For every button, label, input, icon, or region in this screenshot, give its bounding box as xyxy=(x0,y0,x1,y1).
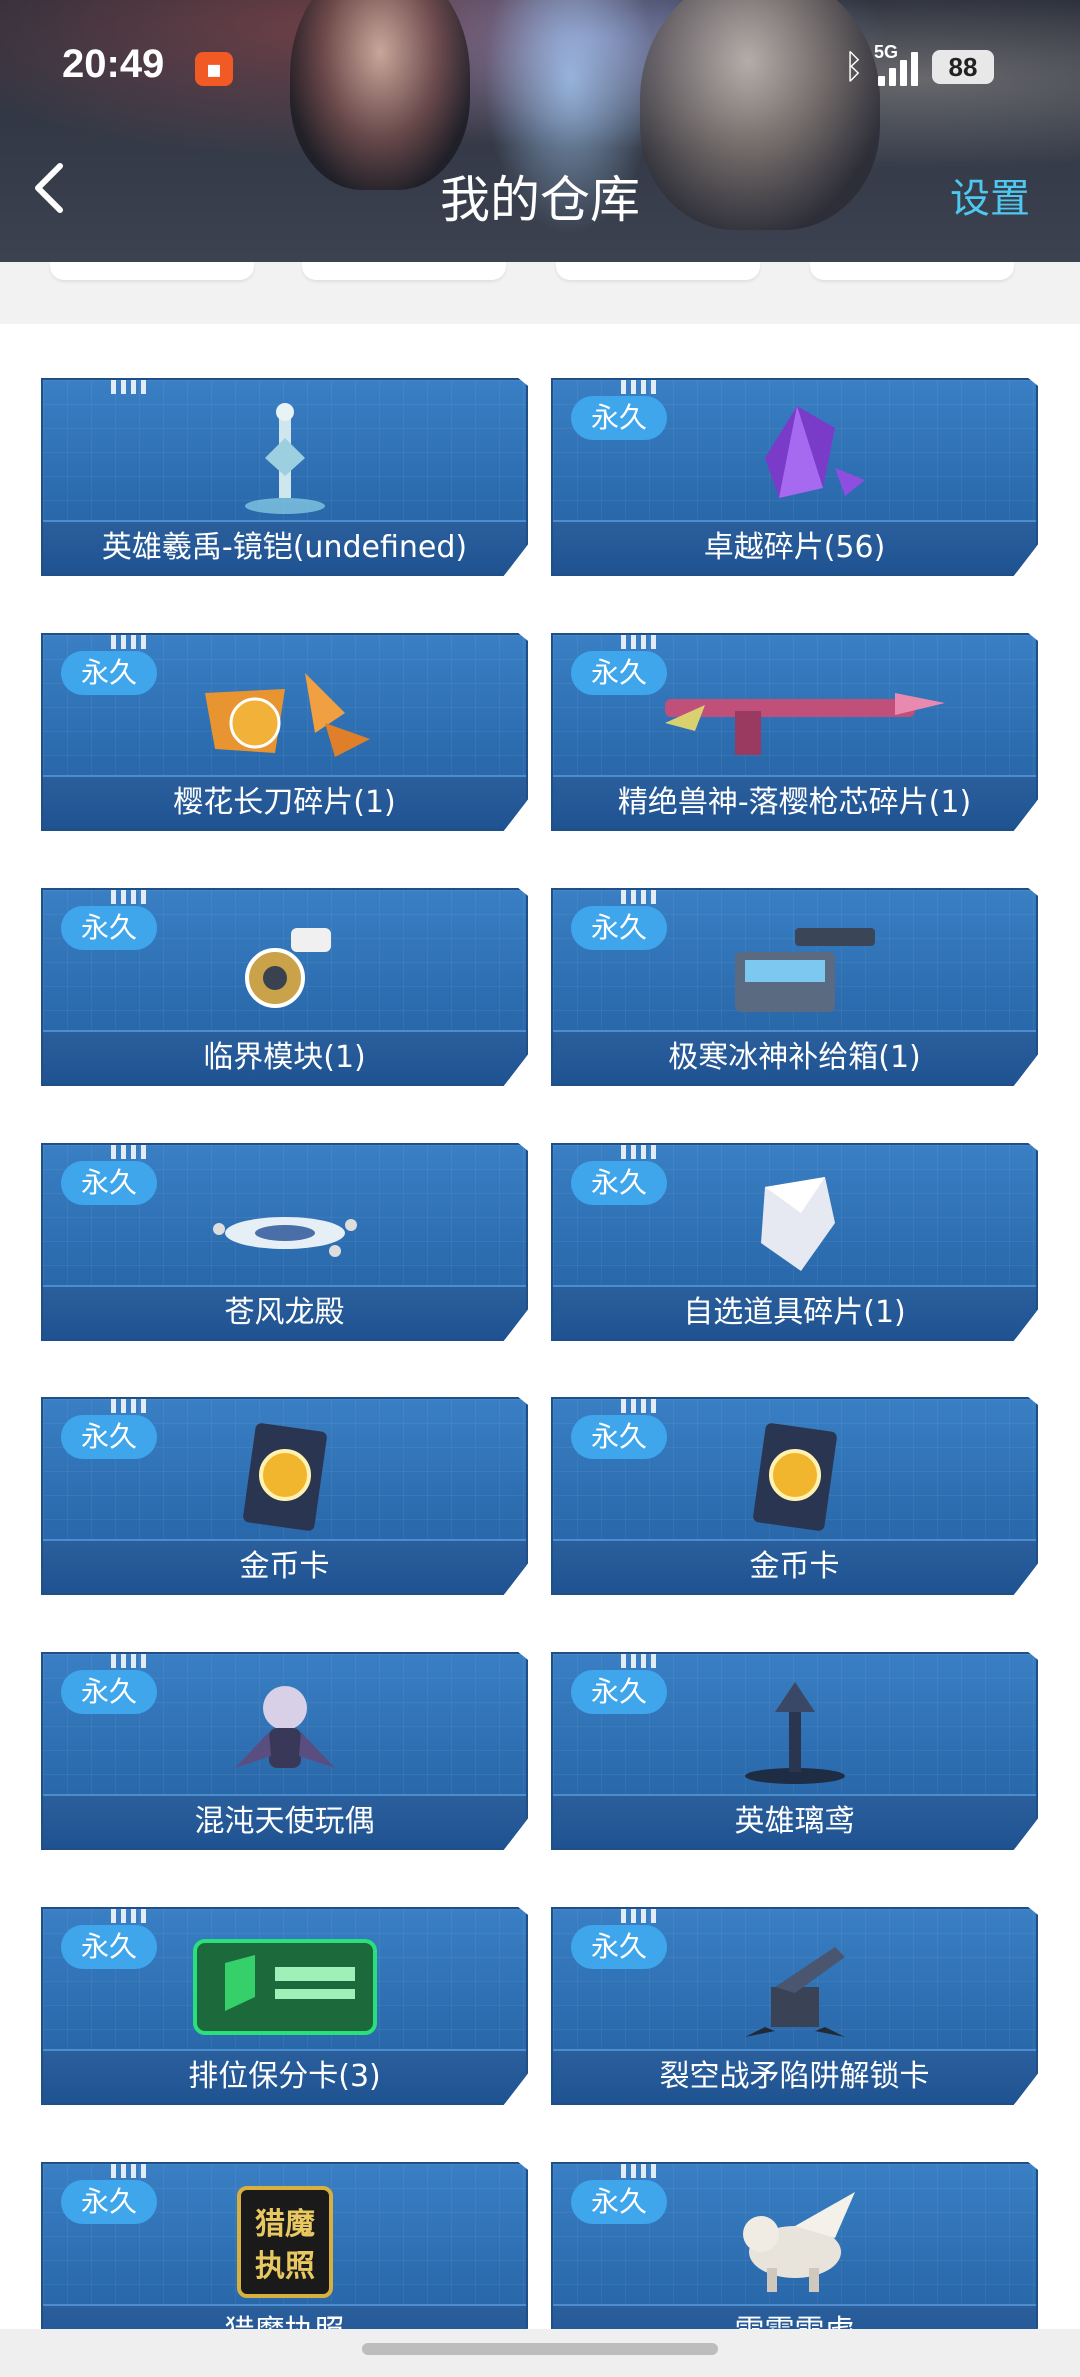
home-indicator[interactable] xyxy=(362,2343,718,2355)
permanent-tag: 永久 xyxy=(61,1925,158,1969)
permanent-tag: 永久 xyxy=(61,1670,158,1714)
permanent-tag: 永久 xyxy=(571,906,668,950)
purple-crystal-icon xyxy=(705,398,885,516)
item-card[interactable]: 永久 英雄璃鸢 xyxy=(551,1652,1038,1850)
hero-figure-icon xyxy=(705,1672,885,1790)
item-card[interactable]: 英雄羲禹-镜铠(undefined) xyxy=(41,378,528,576)
silver-fragment-icon xyxy=(705,1163,885,1281)
permanent-tag: 永久 xyxy=(571,1670,668,1714)
item-name: 苍风龙殿 xyxy=(43,1285,526,1339)
item-card[interactable]: 永久 金币卡 xyxy=(41,1397,528,1595)
notification-app-icon: ▪ xyxy=(195,52,233,86)
cell-signal-icon: 5G xyxy=(874,42,918,86)
page-title: 我的仓库 xyxy=(440,171,640,229)
dragon-ship-icon xyxy=(195,1163,375,1281)
item-card[interactable]: 永久 自选道具碎片(1) xyxy=(551,1143,1038,1341)
item-name: 卓越碎片(56) xyxy=(553,520,1036,574)
category-tabs xyxy=(0,262,1080,324)
item-card[interactable]: 永久 樱花长刀碎片(1) xyxy=(41,633,528,831)
pink-rifle-icon xyxy=(645,653,945,771)
item-name: 自选道具碎片(1) xyxy=(553,1285,1036,1339)
hero-statue-icon xyxy=(195,398,375,516)
warehouse-grid: 英雄羲禹-镜铠(undefined) 永久 卓越碎片(56) 永久 樱花长刀碎片… xyxy=(0,324,1080,2329)
item-card[interactable]: 永久 苍风龙殿 xyxy=(41,1143,528,1341)
item-name: 排位保分卡(3) xyxy=(43,2049,526,2103)
license-text-line2: 执照 xyxy=(255,2249,315,2284)
permanent-tag: 永久 xyxy=(61,906,158,950)
permanent-tag: 永久 xyxy=(571,1161,668,1205)
permanent-tag: 永久 xyxy=(571,1415,668,1459)
item-card[interactable]: 永久 混沌天使玩偶 xyxy=(41,1652,528,1850)
rank-protect-card-icon xyxy=(185,1927,385,2045)
item-name: 金币卡 xyxy=(553,1539,1036,1593)
item-name: 金币卡 xyxy=(43,1539,526,1593)
permanent-tag: 永久 xyxy=(61,651,158,695)
item-name: 精绝兽神-落樱枪芯碎片(1) xyxy=(553,775,1036,829)
angel-doll-icon xyxy=(195,1672,375,1790)
permanent-tag: 永久 xyxy=(571,2180,668,2224)
item-name: 临界模块(1) xyxy=(43,1030,526,1084)
tab-chip[interactable] xyxy=(302,262,506,280)
item-card[interactable]: 永久 猎魔 执照 猎魔执照 xyxy=(41,2162,528,2329)
item-name: 英雄羲禹-镜铠(undefined) xyxy=(43,520,526,574)
network-type: 5G xyxy=(874,42,899,62)
hunter-license-icon: 猎魔 执照 xyxy=(195,2182,375,2300)
bluetooth-icon: ᛒ xyxy=(843,48,864,86)
item-card[interactable]: 永久 精绝兽神-落樱枪芯碎片(1) xyxy=(551,633,1038,831)
item-name: 雪霜雪虎 xyxy=(553,2304,1036,2329)
settings-button[interactable]: 设置 xyxy=(950,166,1030,224)
white-tiger-icon xyxy=(705,2182,885,2300)
supply-crate-icon xyxy=(705,908,885,1026)
item-card[interactable]: 永久 临界模块(1) xyxy=(41,888,528,1086)
turret-trap-icon xyxy=(705,1927,885,2045)
tab-chip[interactable] xyxy=(810,262,1014,280)
item-card[interactable]: 永久 卓越碎片(56) xyxy=(551,378,1038,576)
permanent-tag: 永久 xyxy=(61,1161,158,1205)
license-text-line1: 猎魔 xyxy=(255,2207,315,2242)
item-card[interactable]: 永久 裂空战矛陷阱解锁卡 xyxy=(551,1907,1038,2105)
item-name: 极寒冰神补给箱(1) xyxy=(553,1030,1036,1084)
item-name: 混沌天使玩偶 xyxy=(43,1794,526,1848)
permanent-tag: 永久 xyxy=(571,1925,668,1969)
status-icons: ᛒ 5G 88 xyxy=(843,42,994,86)
gold-shards-icon xyxy=(195,653,375,771)
status-time: 20:49 xyxy=(62,42,165,86)
item-card[interactable]: 永久 金币卡 xyxy=(551,1397,1038,1595)
gold-coin-card-icon xyxy=(705,1417,885,1535)
tab-chip[interactable] xyxy=(556,262,760,280)
tab-chip[interactable] xyxy=(50,262,254,280)
header-banner: 20:49 ▪ ᛒ 5G 88 我的仓库 设置 xyxy=(0,0,1080,262)
permanent-tag: 永久 xyxy=(61,2180,158,2224)
battery-icon: 88 xyxy=(932,50,994,84)
permanent-tag: 永久 xyxy=(61,1415,158,1459)
item-name: 裂空战矛陷阱解锁卡 xyxy=(553,2049,1036,2103)
item-name: 樱花长刀碎片(1) xyxy=(43,775,526,829)
item-card[interactable]: 永久 排位保分卡(3) xyxy=(41,1907,528,2105)
item-name: 猎魔执照 xyxy=(43,2304,526,2329)
module-device-icon xyxy=(195,908,375,1026)
permanent-tag: 永久 xyxy=(571,396,668,440)
item-name: 英雄璃鸢 xyxy=(553,1794,1036,1848)
item-card[interactable]: 永久 极寒冰神补给箱(1) xyxy=(551,888,1038,1086)
gold-coin-card-icon xyxy=(195,1417,375,1535)
item-card[interactable]: 永久 雪霜雪虎 xyxy=(551,2162,1038,2329)
